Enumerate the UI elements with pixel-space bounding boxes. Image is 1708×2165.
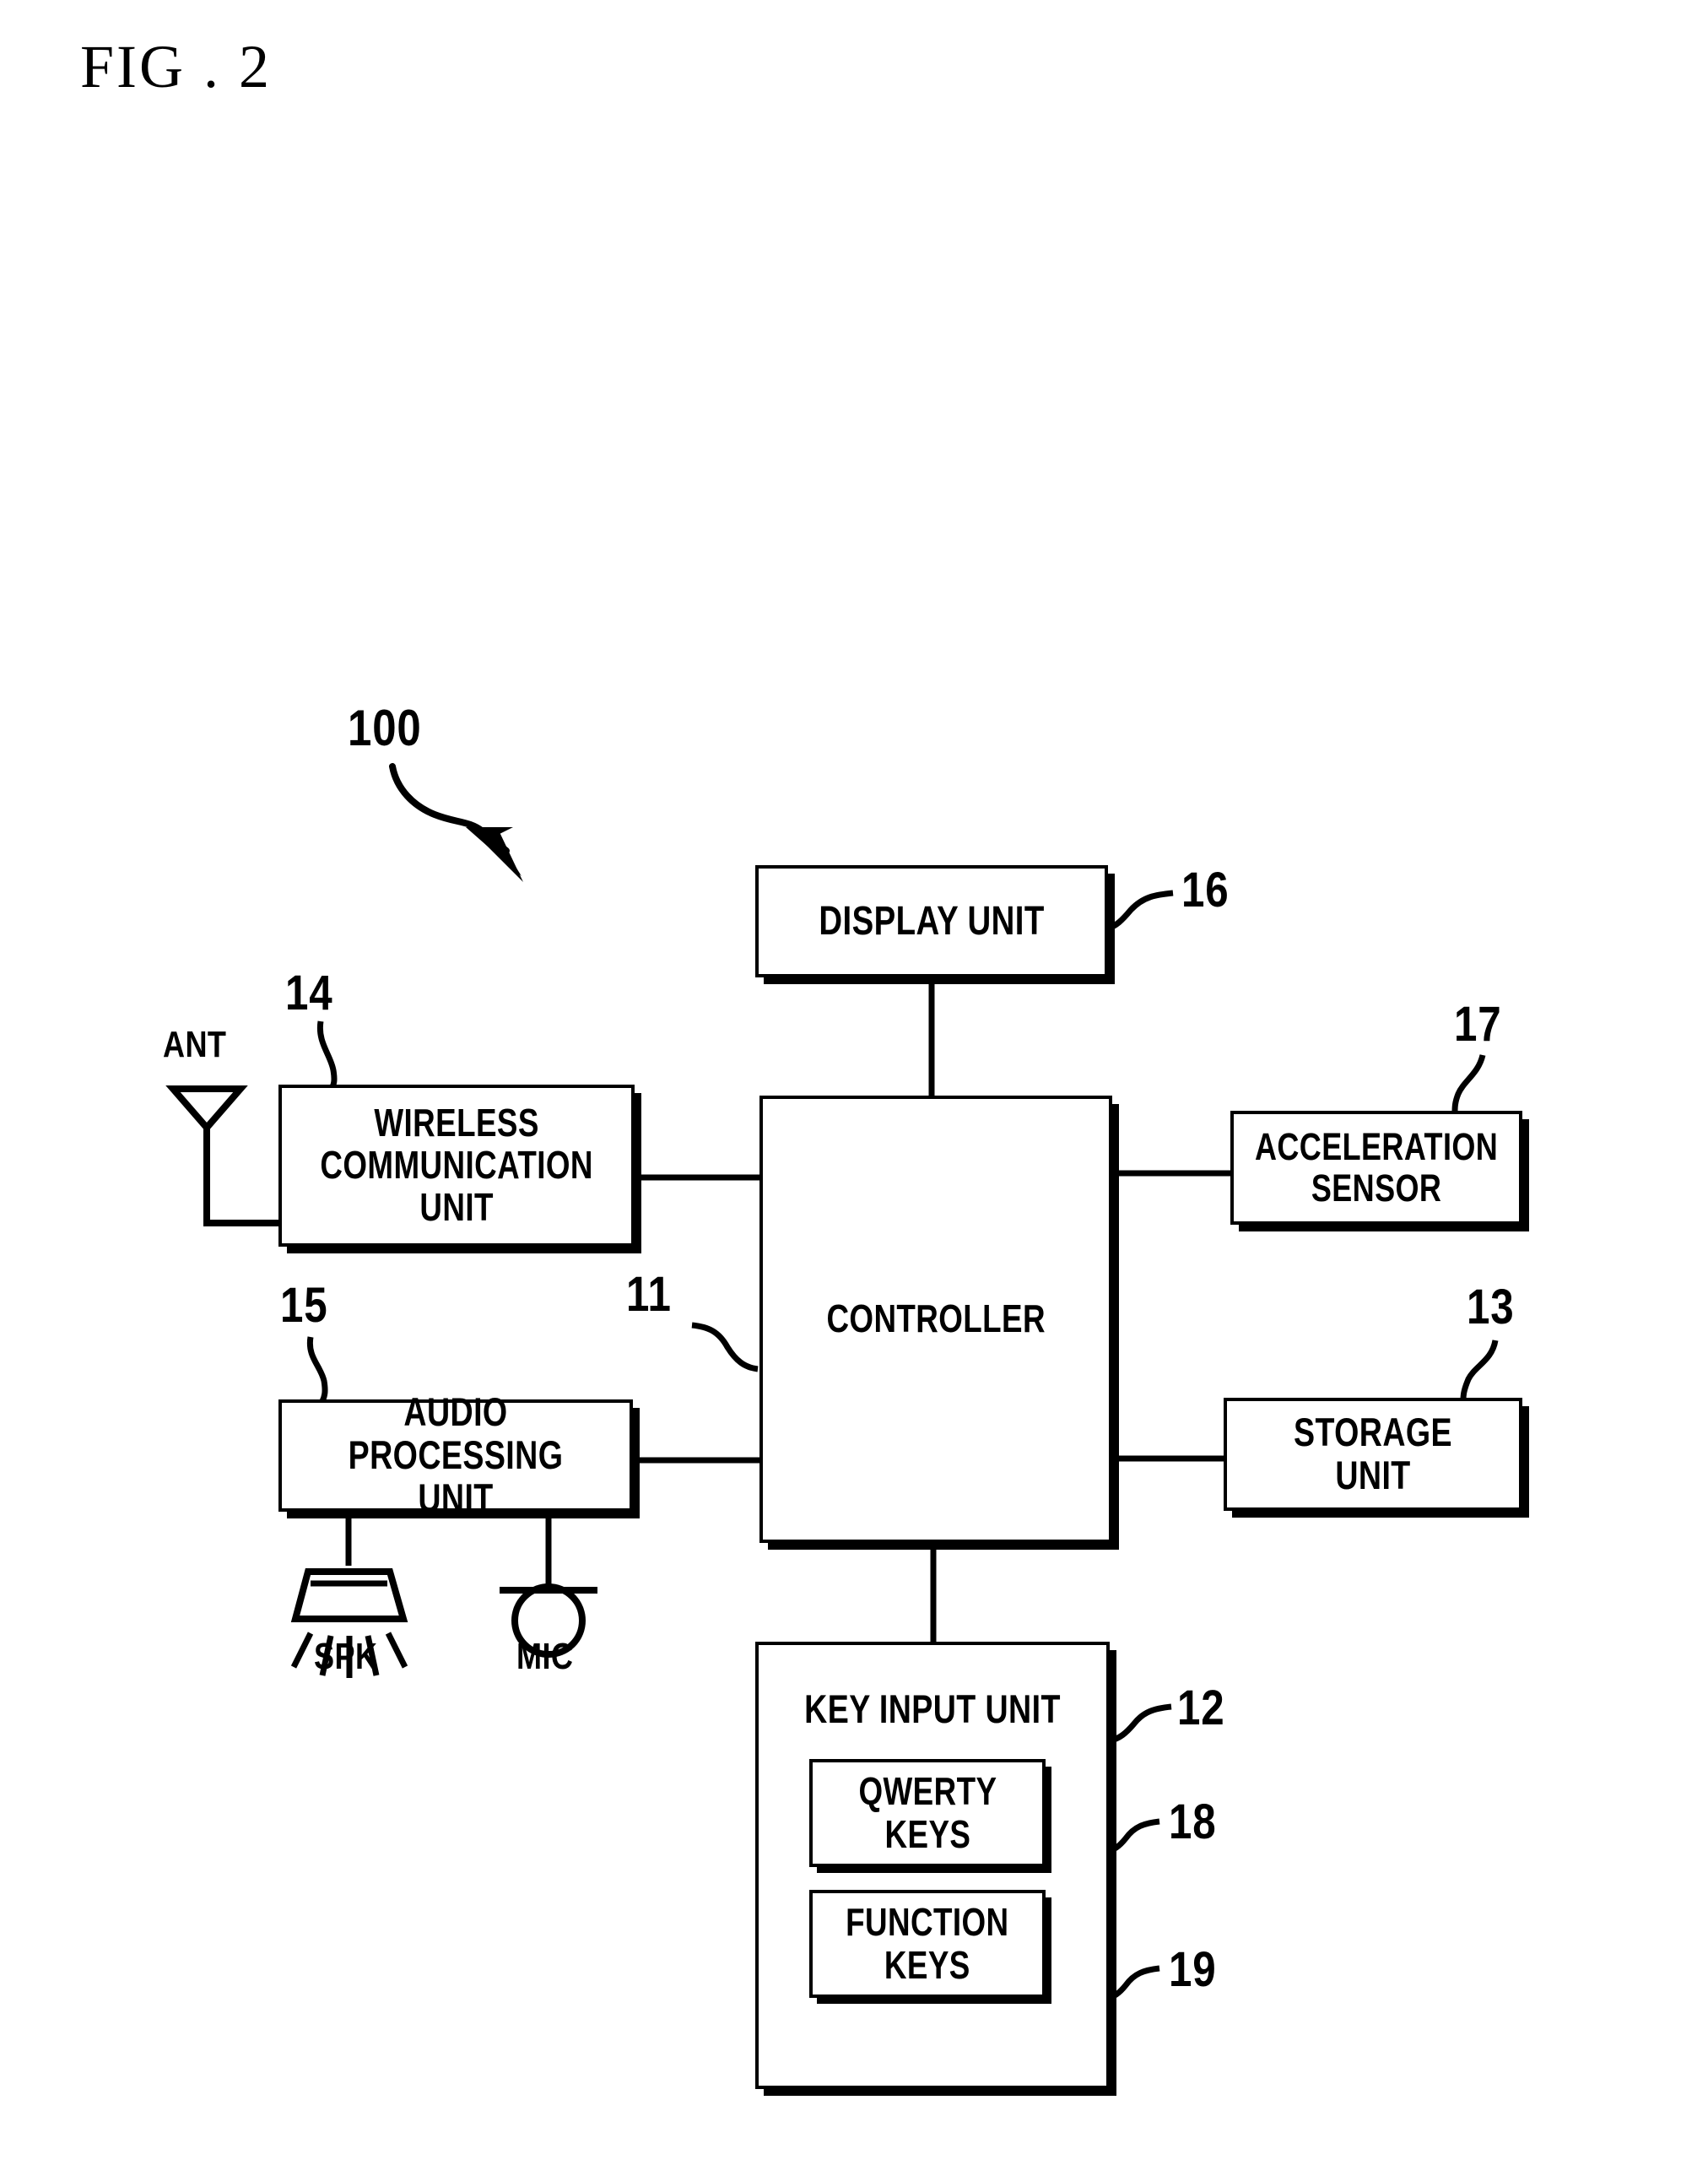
reference-number-100: 100 xyxy=(348,700,422,756)
antenna-icon xyxy=(165,1085,280,1226)
block-key-input-unit-label: KEY INPUT UNIT xyxy=(804,1686,1061,1731)
leader-12 xyxy=(1110,1703,1172,1744)
leader-17 xyxy=(1451,1054,1486,1113)
block-audio-processing-unit[interactable]: AUDIO PROCESSING UNIT xyxy=(278,1390,633,1519)
reference-number-13: 13 xyxy=(1467,1280,1515,1334)
block-display-unit[interactable]: DISPLAY UNIT xyxy=(755,865,1108,977)
block-acceleration-sensor[interactable]: ACCELERATION SENSOR xyxy=(1230,1111,1522,1225)
block-qwerty-keys-label: QWERTY KEYS xyxy=(858,1769,997,1856)
block-wireless-communication-unit[interactable]: WIRELESS COMMUNICATION UNIT xyxy=(278,1085,635,1247)
reference-number-14: 14 xyxy=(285,966,333,1020)
leader-18 xyxy=(1105,1818,1160,1855)
block-function-keys-label: FUNCTION KEYS xyxy=(846,1900,1009,1987)
system-reference-arrow xyxy=(389,763,523,882)
block-audio-processing-unit-label: AUDIO PROCESSING UNIT xyxy=(348,1389,564,1520)
reference-number-17: 17 xyxy=(1454,997,1502,1052)
block-controller[interactable]: CONTROLLER xyxy=(759,1096,1112,1543)
leader-14 xyxy=(316,1020,338,1091)
block-function-keys[interactable]: FUNCTION KEYS xyxy=(809,1890,1046,1998)
reference-number-18: 18 xyxy=(1169,1794,1217,1849)
reference-number-16: 16 xyxy=(1181,863,1230,917)
leader-16 xyxy=(1106,890,1174,932)
reference-number-15: 15 xyxy=(280,1278,328,1333)
reference-number-19: 19 xyxy=(1169,1942,1217,1997)
speaker-label: SPK xyxy=(314,1636,378,1677)
reference-number-12: 12 xyxy=(1177,1681,1225,1735)
block-storage-unit[interactable]: STORAGE UNIT xyxy=(1224,1398,1522,1511)
microphone-label: MIC xyxy=(516,1636,574,1677)
block-key-input-unit[interactable]: KEY INPUT UNIT QWERTY KEYS FUNCTION KEYS xyxy=(755,1642,1110,2089)
block-qwerty-keys[interactable]: QWERTY KEYS xyxy=(809,1759,1046,1867)
reference-number-11: 11 xyxy=(626,1267,672,1322)
antenna-label: ANT xyxy=(163,1024,227,1065)
block-controller-label: CONTROLLER xyxy=(826,1296,1046,1341)
block-display-unit-label: DISPLAY UNIT xyxy=(819,898,1045,944)
leader-13 xyxy=(1460,1340,1499,1400)
block-acceleration-sensor-label: ACCELERATION SENSOR xyxy=(1254,1124,1499,1210)
leader-11 xyxy=(691,1322,759,1372)
block-storage-unit-label: STORAGE UNIT xyxy=(1293,1410,1453,1497)
block-wireless-communication-unit-label: WIRELESS COMMUNICATION UNIT xyxy=(320,1101,593,1229)
microphone-icon xyxy=(500,1513,597,1658)
leader-19 xyxy=(1105,1965,1160,2002)
